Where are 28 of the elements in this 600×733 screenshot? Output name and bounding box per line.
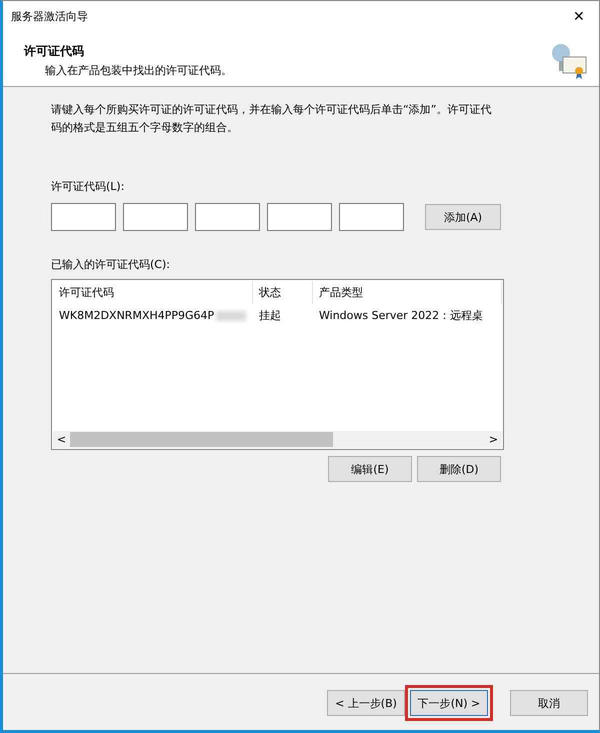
certificate-icon <box>551 41 587 81</box>
table-cell: WK8M2DXNRMXH4PP9G64P <box>59 309 214 322</box>
code-field[interactable] <box>123 203 188 231</box>
add-button[interactable]: 添加(A) <box>425 204 501 230</box>
page-subtitle: 输入在产品包装中找出的许可证代码。 <box>45 63 232 78</box>
instructions-text: 请键入每个所购买许可证的许可证代码，并在输入每个许可证代码后单击“添加”。许可证代码的格式是五组五个字母数字的组合。 <box>51 102 492 136</box>
cancel-button[interactable]: 取消 <box>510 690 588 716</box>
field-label: 许可证代码(L): <box>51 179 126 194</box>
page-title: 许可证代码 <box>24 43 85 60</box>
column-header[interactable]: 状态 <box>253 281 313 304</box>
scrollbar-thumb[interactable] <box>70 432 333 447</box>
table-cell: Windows Server 2022：远程桌 <box>319 308 484 323</box>
back-button[interactable]: < 上一步(B) <box>327 690 405 716</box>
column-header[interactable]: 许可证代码 <box>53 281 253 304</box>
code-field[interactable] <box>267 203 332 231</box>
list-label: 已输入的许可证代码(C): <box>51 257 171 272</box>
edit-button[interactable]: 编辑(E) <box>328 456 412 482</box>
code-list[interactable]: 许可证代码 状态 产品类型 WK8M2DXNRMXH4PP9G64P 挂起 Windows Server 2022：远程桌 < > <box>51 279 504 450</box>
scroll-left-button[interactable]: < <box>53 433 70 446</box>
column-header[interactable]: 产品类型 <box>313 281 502 304</box>
window-title: 服务器激活向导 <box>11 8 88 24</box>
code-field[interactable] <box>339 203 404 231</box>
table-cell: 挂起 <box>259 308 281 323</box>
scroll-right-button[interactable]: > <box>485 433 502 446</box>
close-button[interactable]: ✕ <box>569 8 589 24</box>
code-field[interactable] <box>51 203 116 231</box>
delete-button[interactable]: 删除(D) <box>417 456 501 482</box>
code-field[interactable] <box>195 203 260 231</box>
